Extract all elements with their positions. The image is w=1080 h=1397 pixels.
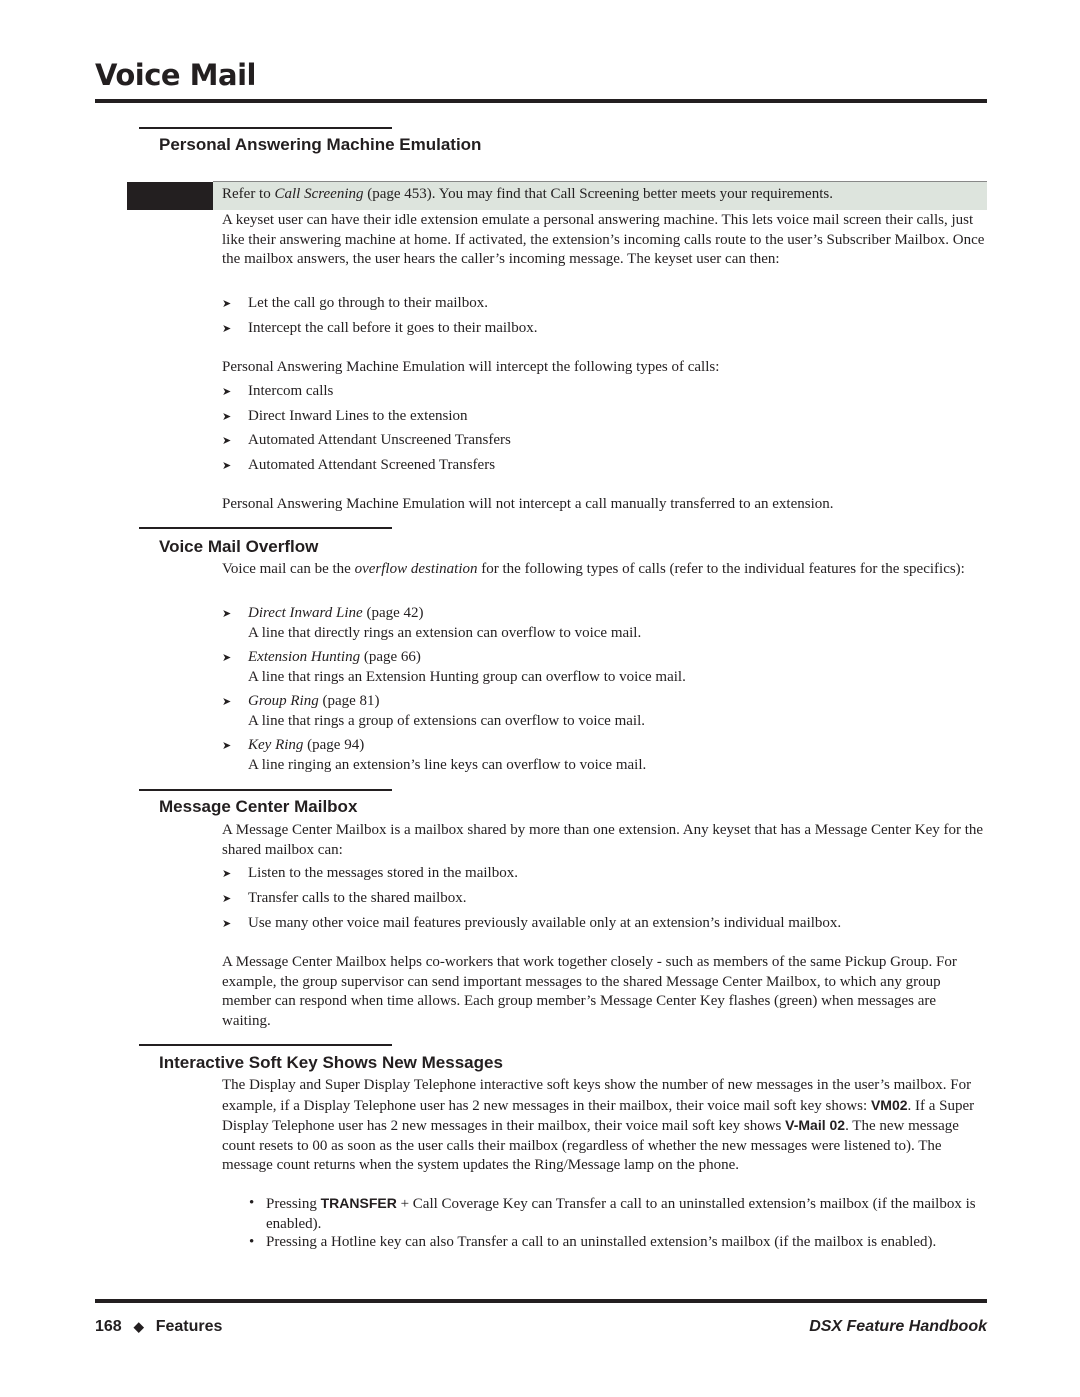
list-item: ➤ Automated Attendant Screened Transfers (222, 456, 496, 476)
mcm-intro: A Message Center Mailbox is a mailbox sh… (222, 822, 984, 858)
list-item: • Pressing a Hotline key can also Transfe… (249, 1233, 986, 1253)
note-suffix: (page 453). You may find that Call Scree… (363, 186, 833, 202)
feature-link[interactable]: Key Ring (248, 737, 303, 753)
intro-suffix: for the following types of calls (refer … (477, 561, 965, 577)
bullet-arrow-icon: ➤ (222, 918, 232, 930)
page-number: 168 (95, 1318, 122, 1335)
softkey-code: VM02 (870, 1096, 908, 1113)
page-ref: (page 94) (303, 737, 365, 753)
feature-link[interactable]: Extension Hunting (248, 649, 360, 665)
list-item: ➤ Transfer calls to the shared mailbox. (222, 889, 467, 909)
text-run: The Display and Super Display Telephone … (222, 1077, 972, 1114)
softkey-code: V-Mail 02 (785, 1117, 846, 1133)
pame-intro: A keyset user can have their idle extens… (222, 212, 985, 267)
footer-section: Features (155, 1318, 223, 1335)
bullet-arrow-icon: ➤ (222, 652, 232, 664)
bullet-arrow-icon: ➤ (222, 460, 232, 472)
item-description: A line that rings a group of extensions … (248, 712, 645, 729)
bullet-dot-icon: • (249, 1195, 255, 1211)
bullet-arrow-icon: ➤ (222, 323, 232, 335)
mcm-detail: A Message Center Mailbox helps co-worker… (222, 954, 957, 1029)
page-ref: (page 42) (362, 605, 424, 621)
list-item-text: Let the call go through to their mailbox… (248, 295, 488, 311)
bullet-dot-icon: • (249, 1234, 255, 1250)
key-name: TRANSFER (320, 1195, 397, 1211)
footer-rule (95, 1299, 987, 1303)
diamond-icon: ◆ (133, 1319, 144, 1334)
section-heading-overflow: Voice Mail Overflow (159, 537, 319, 556)
overflow-intro: Voice mail can be the overflow destinati… (222, 560, 987, 580)
softkey-description: The Display and Super Display Telephone … (222, 1076, 987, 1176)
list-item-text: Direct Inward Lines to the extension (248, 408, 468, 424)
bullet-arrow-icon: ➤ (222, 868, 232, 880)
list-item-text: Automated Attendant Unscreened Transfers (248, 432, 511, 448)
note-text: Refer to Call Screening (page 453). You … (222, 186, 833, 203)
page-ref: (page 66) (360, 649, 421, 665)
item-description: A line that directly rings an extension … (248, 624, 642, 641)
bullet-arrow-icon: ➤ (222, 696, 232, 708)
section-heading-mcm: Message Center Mailbox (159, 797, 358, 816)
note-prefix: Refer to (222, 186, 275, 202)
list-item: ➤ Listen to the messages stored in the ma… (222, 864, 518, 884)
list-item-text: Use many other voice mail features previ… (248, 915, 842, 931)
item-description: A line that rings an Extension Hunting g… (248, 668, 686, 685)
list-item-text: Transfer calls to the shared mailbox. (248, 890, 467, 906)
text-run: Pressing a Hotline key can also Transfer… (266, 1234, 937, 1250)
call-screening-link[interactable]: Call Screening (274, 186, 363, 202)
item-description: A line ringing an extension’s line keys … (248, 756, 647, 773)
text-run: Pressing (266, 1196, 321, 1212)
list-item: ➤ Key Ring (page 94) A line ringing an ext… (222, 736, 647, 775)
bullet-arrow-icon: ➤ (222, 740, 232, 752)
page-ref: (page 81) (318, 693, 380, 709)
section-heading-pame: Personal Answering Machine Emulation (159, 135, 482, 154)
list-item: ➤ Group Ring (page 81) A line that rings a… (222, 692, 645, 731)
section-rule (139, 127, 392, 129)
list-item: ➤ Use many other voice mail features prev… (222, 914, 842, 934)
intro-emphasis: overflow destination (354, 561, 478, 577)
bullet-arrow-icon: ➤ (222, 411, 232, 423)
pame-intercept-intro: Personal Answering Machine Emulation wil… (222, 359, 720, 375)
list-item: ➤ Direct Inward Lines to the extension (222, 407, 468, 427)
list-item: ➤ Intercept the call before it goes to th… (222, 319, 538, 339)
list-item: ➤ Direct Inward Line (page 42) A line that… (222, 604, 642, 643)
bullet-arrow-icon: ➤ (222, 893, 232, 905)
list-item-text: Intercom calls (248, 383, 334, 399)
list-item: ➤ Let the call go through to their mailbo… (222, 294, 488, 314)
section-rule (139, 527, 392, 529)
bullet-arrow-icon: ➤ (222, 386, 232, 398)
list-item-text: Intercept the call before it goes to the… (248, 320, 538, 336)
list-item-text: Automated Attendant Screened Transfers (248, 457, 496, 473)
feature-link[interactable]: Direct Inward Line (248, 605, 363, 621)
list-item: • Pressing TRANSFER + Call Coverage Key c… (249, 1194, 986, 1234)
title-rule (95, 99, 987, 103)
book-title: DSX Feature Handbook (809, 1318, 987, 1335)
section-rule (139, 1044, 392, 1046)
page-title: Voice Mail (95, 58, 257, 92)
bullet-arrow-icon: ➤ (222, 435, 232, 447)
bullet-arrow-icon: ➤ (222, 298, 232, 310)
section-rule (139, 789, 392, 791)
feature-link[interactable]: Group Ring (248, 693, 319, 709)
intro-prefix: Voice mail can be the (222, 561, 355, 577)
footer-left: 168 ◆ Features (95, 1318, 222, 1336)
list-item: ➤ Automated Attendant Unscreened Transfer… (222, 431, 511, 451)
pame-exclusion: Personal Answering Machine Emulation wil… (222, 496, 834, 512)
list-item: ➤ Extension Hunting (page 66) A line that … (222, 648, 686, 687)
list-item: ➤ Intercom calls (222, 382, 334, 402)
list-item-text: Listen to the messages stored in the mai… (248, 865, 518, 881)
note-marker (127, 182, 213, 210)
section-heading-softkey: Interactive Soft Key Shows New Messages (159, 1053, 503, 1072)
bullet-arrow-icon: ➤ (222, 608, 232, 620)
